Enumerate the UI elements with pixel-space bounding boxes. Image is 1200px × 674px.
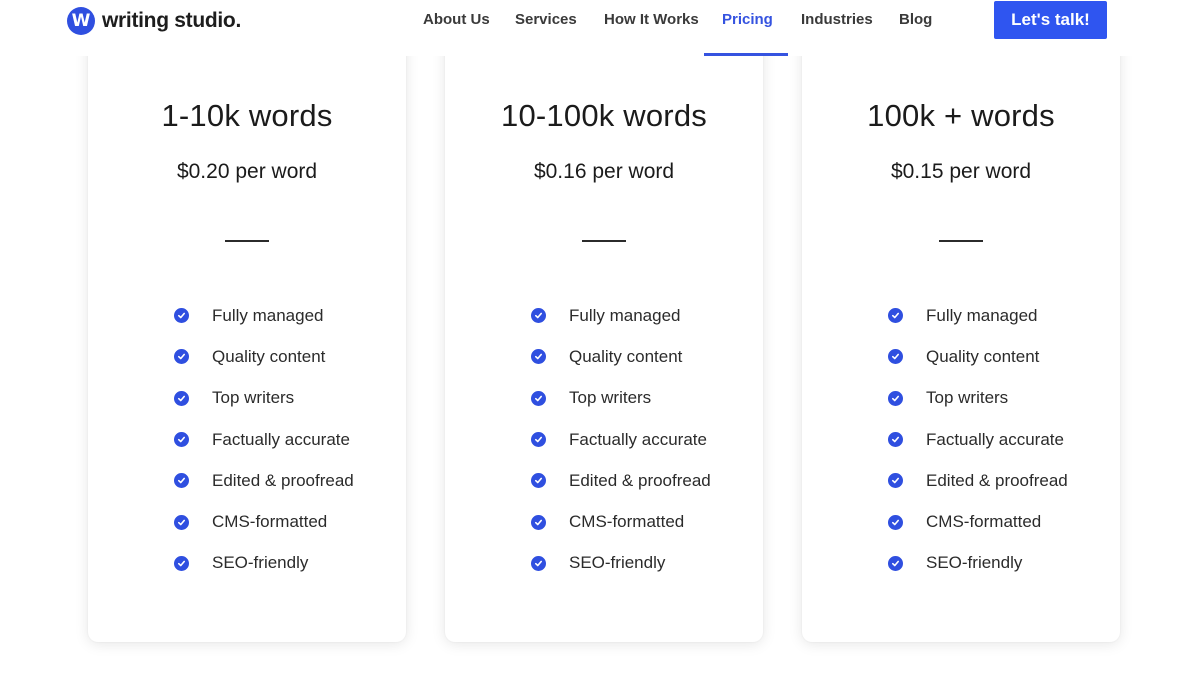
check-circle-icon xyxy=(531,349,546,365)
site-logo[interactable]: W writing studio. xyxy=(67,7,241,35)
pricing-page: 1-10k words $0.20 per word Fully managed… xyxy=(0,0,1200,674)
feature-item: SEO-friendly xyxy=(531,543,711,584)
logo-w-icon: W xyxy=(67,7,95,35)
nav-services[interactable]: Services xyxy=(515,11,577,28)
feature-label: Edited & proofread xyxy=(212,470,354,490)
divider xyxy=(225,240,269,242)
feature-item: Edited & proofread xyxy=(174,460,354,501)
check-circle-icon xyxy=(888,514,903,530)
check-circle-icon xyxy=(888,555,903,571)
feature-item: Quality content xyxy=(888,336,1068,377)
feature-list: Fully managed Quality content Top writer… xyxy=(888,295,1068,584)
feature-item: Top writers xyxy=(174,378,354,419)
pricing-card-2: 10-100k words $0.16 per word Fully manag… xyxy=(445,0,763,642)
plan-tier: 100k + words xyxy=(867,98,1055,133)
feature-item: Fully managed xyxy=(174,295,354,336)
feature-item: Quality content xyxy=(531,336,711,377)
nav-industries[interactable]: Industries xyxy=(801,11,873,28)
feature-item: SEO-friendly xyxy=(888,543,1068,584)
feature-item: CMS-formatted xyxy=(888,501,1068,542)
plan-tier: 10-100k words xyxy=(501,98,707,133)
feature-label: Factually accurate xyxy=(569,429,707,449)
check-circle-icon xyxy=(531,390,546,406)
site-header: W writing studio. About Us Services How … xyxy=(0,0,1200,56)
feature-label: SEO-friendly xyxy=(212,553,309,573)
check-circle-icon xyxy=(888,473,903,489)
check-circle-icon xyxy=(531,432,546,448)
feature-list: Fully managed Quality content Top writer… xyxy=(174,295,354,584)
nav-pricing[interactable]: Pricing xyxy=(722,11,773,28)
check-circle-icon xyxy=(531,473,546,489)
check-circle-icon xyxy=(888,349,903,365)
feature-label: Quality content xyxy=(212,346,326,366)
check-circle-icon xyxy=(531,308,546,324)
feature-item: Factually accurate xyxy=(531,419,711,460)
feature-item: Edited & proofread xyxy=(531,460,711,501)
feature-label: CMS-formatted xyxy=(926,512,1042,532)
feature-label: Edited & proofread xyxy=(926,470,1068,490)
feature-list: Fully managed Quality content Top writer… xyxy=(531,295,711,584)
feature-label: CMS-formatted xyxy=(212,512,328,532)
feature-label: Edited & proofread xyxy=(569,470,711,490)
feature-label: SEO-friendly xyxy=(926,553,1023,573)
feature-label: Top writers xyxy=(569,388,652,408)
check-circle-icon xyxy=(174,555,189,571)
feature-label: CMS-formatted xyxy=(569,512,685,532)
check-circle-icon xyxy=(174,432,189,448)
feature-label: Factually accurate xyxy=(212,429,350,449)
feature-item: Top writers xyxy=(888,378,1068,419)
feature-item: Top writers xyxy=(531,378,711,419)
plan-price: $0.15 per word xyxy=(890,160,1032,183)
nav-blog[interactable]: Blog xyxy=(899,11,932,28)
nav-how-it-works[interactable]: How It Works xyxy=(604,11,699,28)
feature-label: Quality content xyxy=(926,346,1040,366)
check-circle-icon xyxy=(888,390,903,406)
nav-active-indicator xyxy=(704,53,788,56)
feature-label: SEO-friendly xyxy=(569,553,666,573)
feature-item: Quality content xyxy=(174,336,354,377)
feature-label: Factually accurate xyxy=(926,429,1064,449)
feature-label: Top writers xyxy=(926,388,1009,408)
plan-price: $0.20 per word xyxy=(176,160,318,183)
feature-label: Top writers xyxy=(212,388,295,408)
feature-item: Fully managed xyxy=(888,295,1068,336)
plan-price: $0.16 per word xyxy=(533,160,675,183)
check-circle-icon xyxy=(174,473,189,489)
feature-label: Quality content xyxy=(569,346,683,366)
pricing-cards: 1-10k words $0.20 per word Fully managed… xyxy=(0,0,1200,674)
check-circle-icon xyxy=(888,432,903,448)
check-circle-icon xyxy=(531,514,546,530)
check-circle-icon xyxy=(174,390,189,406)
check-circle-icon xyxy=(174,349,189,365)
check-circle-icon xyxy=(888,308,903,324)
check-circle-icon xyxy=(174,514,189,530)
feature-label: Fully managed xyxy=(212,305,324,325)
lets-talk-button[interactable]: Let's talk! xyxy=(994,1,1107,39)
feature-label: Fully managed xyxy=(569,305,681,325)
feature-item: Fully managed xyxy=(531,295,711,336)
feature-label: Fully managed xyxy=(926,305,1038,325)
feature-item: SEO-friendly xyxy=(174,543,354,584)
feature-item: CMS-formatted xyxy=(531,501,711,542)
check-circle-icon xyxy=(174,308,189,324)
divider xyxy=(582,240,626,242)
check-circle-icon xyxy=(531,555,546,571)
feature-item: CMS-formatted xyxy=(174,501,354,542)
logo-text: writing studio. xyxy=(102,9,241,32)
pricing-card-3: 100k + words $0.15 per word Fully manage… xyxy=(802,0,1120,642)
plan-tier: 1-10k words xyxy=(161,98,333,133)
feature-item: Factually accurate xyxy=(888,419,1068,460)
divider xyxy=(939,240,983,242)
feature-item: Edited & proofread xyxy=(888,460,1068,501)
feature-item: Factually accurate xyxy=(174,419,354,460)
pricing-card-1: 1-10k words $0.20 per word Fully managed… xyxy=(88,0,406,642)
nav-about-us[interactable]: About Us xyxy=(423,11,490,28)
